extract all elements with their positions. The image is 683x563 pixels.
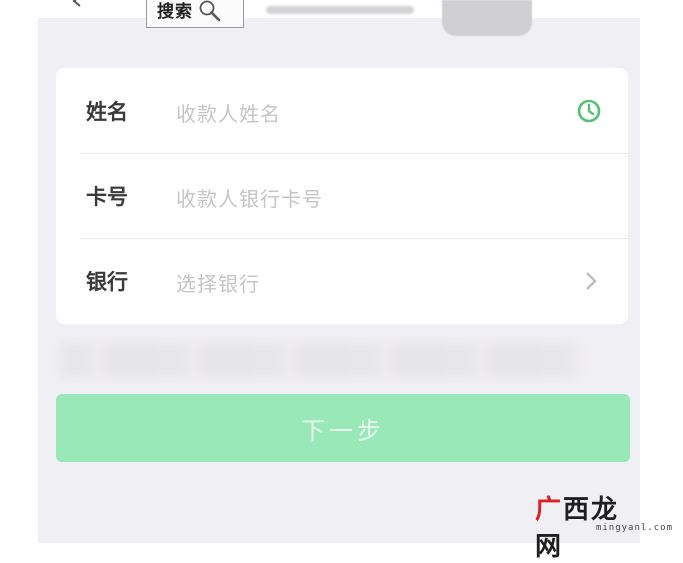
nav-bar xyxy=(38,0,640,36)
card-number-label: 卡号 xyxy=(86,185,128,209)
bank-row[interactable]: 银行 选择银行 xyxy=(56,238,628,323)
transfer-to-bank-card-screen: 姓名 收款人姓名 卡号 收款人银行卡号 银行 选择银行 下一步 xyxy=(38,0,640,543)
watermark-url: mingyanl.com xyxy=(595,523,673,533)
site-watermark: 广西龙网 mingyanl.com xyxy=(535,495,675,562)
chevron-right-icon xyxy=(586,272,597,290)
search-label: 搜索 xyxy=(157,2,193,22)
next-step-button[interactable]: 下一步 xyxy=(56,394,630,462)
search-overlay[interactable]: 搜索 xyxy=(146,0,244,28)
bank-label: 银行 xyxy=(86,270,128,294)
card-number-input[interactable]: 收款人银行卡号 xyxy=(176,183,323,212)
name-row[interactable]: 姓名 收款人姓名 xyxy=(56,68,628,153)
name-input[interactable]: 收款人姓名 xyxy=(176,98,281,127)
back-icon[interactable] xyxy=(70,0,84,8)
payee-form-card: 姓名 收款人姓名 卡号 收款人银行卡号 银行 选择银行 xyxy=(56,68,628,324)
magnifier-icon xyxy=(199,0,221,21)
nav-title-blurred xyxy=(266,6,414,14)
card-number-row[interactable]: 卡号 收款人银行卡号 xyxy=(56,153,628,238)
clock-icon[interactable] xyxy=(576,98,602,124)
blurred-note-text xyxy=(60,342,580,378)
name-label: 姓名 xyxy=(86,100,128,124)
capsule-menu[interactable] xyxy=(442,0,532,36)
bank-select[interactable]: 选择银行 xyxy=(176,268,260,297)
